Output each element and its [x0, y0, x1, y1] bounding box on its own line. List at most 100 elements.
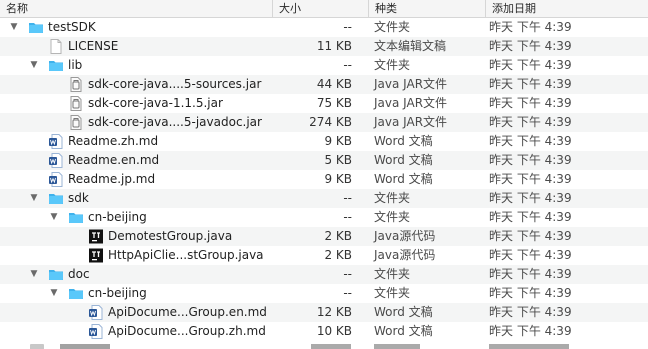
item-date: 昨天 下午 4:39: [489, 134, 572, 148]
list-item[interactable]: sdk-core-java....5-javadoc.jar 274 KB Java…: [0, 113, 648, 132]
item-kind: Java JAR文件: [374, 96, 448, 110]
item-kind: Word 文稿: [374, 172, 433, 186]
item-date: 昨天 下午 4:39: [489, 191, 572, 205]
item-date: 昨天 下午 4:39: [489, 96, 572, 110]
item-kind: Java JAR文件: [374, 115, 448, 129]
list-item[interactable]: ▼ cn-beijing -- 文件夹 昨天 下午 4:39: [0, 284, 648, 303]
list-item[interactable]: ApiDocume...Group.zh.md 10 KB Word 文稿 昨天 下午…: [0, 322, 648, 341]
item-date: 昨天 下午 4:39: [489, 172, 572, 186]
java-source-icon: [88, 248, 104, 263]
word-doc-icon: [88, 324, 104, 339]
item-size: 75 KB: [316, 96, 352, 110]
folder-icon: [68, 210, 84, 225]
item-kind: Word 文稿: [374, 134, 433, 148]
clipped-row-name: [60, 344, 110, 349]
word-doc-icon: [48, 134, 64, 149]
item-date: 昨天 下午 4:39: [489, 115, 572, 129]
item-size: 10 KB: [316, 324, 352, 338]
item-name: doc: [68, 267, 90, 281]
item-kind: 文件夹: [374, 58, 411, 72]
disclosure-triangle-icon[interactable]: ▼: [48, 284, 60, 303]
list-item[interactable]: ▼ sdk -- 文件夹 昨天 下午 4:39: [0, 189, 648, 208]
list-item[interactable]: LICENSE 11 KB 文本编辑文稿 昨天 下午 4:39: [0, 37, 648, 56]
item-size: 9 KB: [324, 172, 352, 186]
disclosure-triangle-icon[interactable]: ▼: [28, 56, 40, 75]
item-kind: Java源代码: [374, 229, 436, 243]
column-header-name[interactable]: 名称: [0, 0, 270, 17]
disclosure-triangle-icon[interactable]: ▼: [48, 208, 60, 227]
list-item[interactable]: ▼ doc -- 文件夹 昨天 下午 4:39: [0, 265, 648, 284]
item-name: sdk-core-java....5-javadoc.jar: [88, 115, 262, 129]
item-size: --: [343, 267, 352, 281]
list-item[interactable]: sdk-core-java....5-sources.jar 44 KB Java …: [0, 75, 648, 94]
folder-icon: [48, 58, 64, 73]
item-name: Readme.en.md: [68, 153, 160, 167]
item-size: --: [343, 20, 352, 34]
item-name: ApiDocume...Group.zh.md: [108, 324, 266, 338]
jar-file-icon: [68, 115, 84, 130]
column-header-bar: 名称 大小 种类 添加日期: [0, 0, 648, 18]
item-name: cn-beijing: [88, 210, 147, 224]
item-kind: 文件夹: [374, 210, 411, 224]
folder-icon: [28, 20, 44, 35]
item-name: cn-beijing: [88, 286, 147, 300]
item-name: testSDK: [48, 20, 96, 34]
item-kind: 文件夹: [374, 286, 411, 300]
item-size: 9 KB: [324, 134, 352, 148]
item-size: --: [343, 210, 352, 224]
list-item[interactable]: DemotestGroup.java 2 KB Java源代码 昨天 下午 4:39: [0, 227, 648, 246]
item-date: 昨天 下午 4:39: [489, 286, 572, 300]
jar-file-icon: [68, 77, 84, 92]
item-size: 12 KB: [316, 305, 352, 319]
zip-file-icon: [30, 344, 44, 349]
list-item[interactable]: Readme.en.md 5 KB Word 文稿 昨天 下午 4:39: [0, 151, 648, 170]
list-item[interactable]: ▼ testSDK -- 文件夹 昨天 下午 4:39: [0, 18, 648, 37]
item-size: 274 KB: [309, 115, 352, 129]
item-kind: Word 文稿: [374, 305, 433, 319]
jar-file-icon: [68, 96, 84, 111]
item-date: 昨天 下午 4:39: [489, 210, 572, 224]
item-name: Readme.zh.md: [68, 134, 159, 148]
item-kind: Word 文稿: [374, 153, 433, 167]
disclosure-triangle-icon[interactable]: ▼: [28, 189, 40, 208]
item-kind: Java JAR文件: [374, 77, 448, 91]
list-item[interactable]: ApiDocume...Group.en.md 12 KB Word 文稿 昨天 下午…: [0, 303, 648, 322]
list-item[interactable]: HttpApiClie...stGroup.java 2 KB Java源代码 昨天 …: [0, 246, 648, 265]
folder-icon: [48, 267, 64, 282]
list-item[interactable]: ▼ cn-beijing -- 文件夹 昨天 下午 4:39: [0, 208, 648, 227]
disclosure-triangle-icon[interactable]: ▼: [28, 265, 40, 284]
item-kind: 文件夹: [374, 191, 411, 205]
item-name: LICENSE: [68, 39, 119, 53]
item-date: 昨天 下午 4:39: [489, 324, 572, 338]
item-kind: 文件夹: [374, 267, 411, 281]
item-name: Readme.jp.md: [68, 172, 156, 186]
list-item[interactable]: ▼ lib -- 文件夹 昨天 下午 4:39: [0, 56, 648, 75]
item-date: 昨天 下午 4:39: [489, 77, 572, 91]
item-date: 昨天 下午 4:39: [489, 20, 572, 34]
item-name: HttpApiClie...stGroup.java: [108, 248, 264, 262]
item-kind: Java源代码: [374, 248, 436, 262]
item-date: 昨天 下午 4:39: [489, 305, 572, 319]
item-name: sdk-core-java-1.1.5.jar: [88, 96, 223, 110]
item-size: --: [343, 191, 352, 205]
item-size: 44 KB: [316, 77, 352, 91]
column-header-size[interactable]: 大小: [272, 0, 366, 17]
item-size: 2 KB: [324, 229, 352, 243]
clipped-row-kind: [374, 344, 420, 349]
column-header-date[interactable]: 添加日期: [485, 0, 648, 17]
item-name: ApiDocume...Group.en.md: [108, 305, 267, 319]
item-name: sdk: [68, 191, 89, 205]
item-size: 5 KB: [324, 153, 352, 167]
column-header-kind[interactable]: 种类: [368, 0, 483, 17]
list-item[interactable]: sdk-core-java-1.1.5.jar 75 KB Java JAR文件 昨天…: [0, 94, 648, 113]
item-kind: 文件夹: [374, 20, 411, 34]
clipped-row-size: [311, 344, 351, 349]
list-item[interactable]: Readme.zh.md 9 KB Word 文稿 昨天 下午 4:39: [0, 132, 648, 151]
disclosure-triangle-icon[interactable]: ▼: [8, 18, 20, 37]
folder-icon: [48, 191, 64, 206]
item-date: 昨天 下午 4:39: [489, 248, 572, 262]
list-item[interactable]: Readme.jp.md 9 KB Word 文稿 昨天 下午 4:39: [0, 170, 648, 189]
item-size: 11 KB: [316, 39, 352, 53]
item-date: 昨天 下午 4:39: [489, 39, 572, 53]
item-size: --: [343, 286, 352, 300]
